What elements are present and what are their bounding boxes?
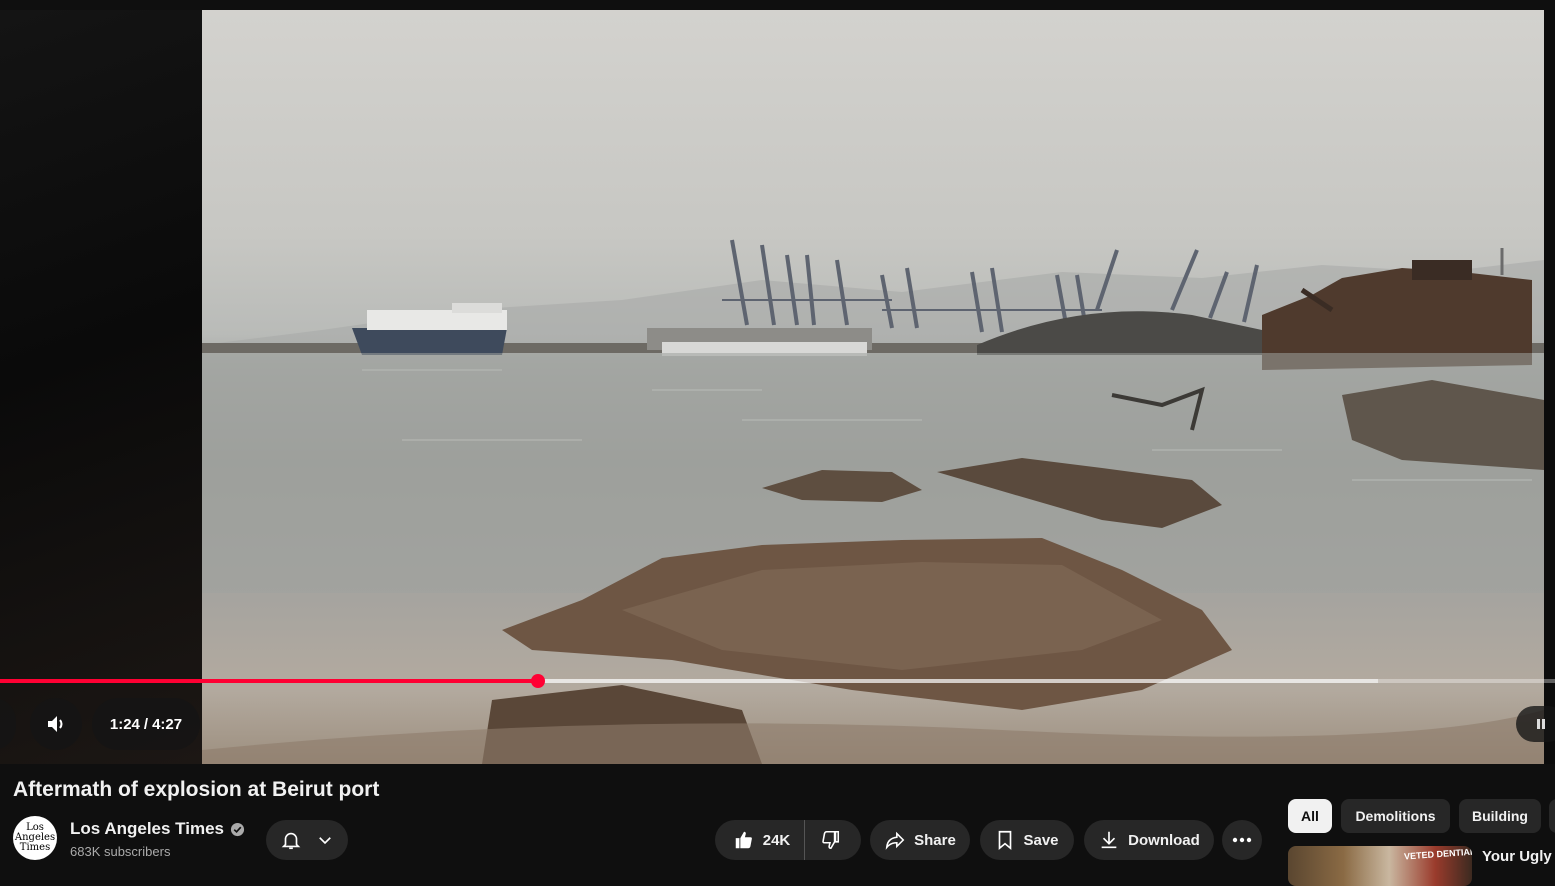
subscriber-count: 683K subscribers bbox=[70, 844, 171, 859]
volume-icon bbox=[48, 716, 63, 732]
bookmark-icon bbox=[999, 830, 1012, 851]
download-icon bbox=[1101, 831, 1117, 849]
share-label: Share bbox=[914, 831, 956, 849]
volume-button[interactable] bbox=[30, 698, 82, 750]
player-top-bar bbox=[0, 0, 1555, 10]
chip-building[interactable]: Building bbox=[1459, 799, 1541, 833]
pause-button[interactable] bbox=[1516, 706, 1555, 742]
time-display: 1:24 / 4:27 bbox=[92, 698, 200, 750]
channel-name-text[interactable]: Los Angeles Times bbox=[70, 819, 224, 839]
recommendation-thumbnail[interactable]: VETED DENTIAL bbox=[1288, 846, 1472, 886]
notifications-button[interactable] bbox=[266, 820, 348, 860]
letterbox-left bbox=[0, 10, 202, 764]
pause-icon bbox=[1537, 719, 1545, 729]
bell-icon bbox=[281, 832, 301, 850]
progress-played bbox=[0, 679, 539, 683]
channel-name[interactable]: Los Angeles Times bbox=[70, 819, 245, 839]
verified-icon bbox=[230, 822, 245, 836]
download-button[interactable]: Download bbox=[1084, 820, 1214, 860]
progress-bar[interactable] bbox=[0, 674, 1555, 688]
thumbs-down-icon bbox=[822, 830, 840, 850]
avatar-text: Los Angeles Times bbox=[14, 822, 56, 853]
chip-all[interactable]: All bbox=[1288, 799, 1332, 833]
dislike-button[interactable] bbox=[805, 820, 855, 860]
letterbox-right bbox=[1544, 10, 1555, 764]
thumbs-up-icon bbox=[735, 831, 752, 849]
like-count: 24K bbox=[762, 831, 791, 849]
save-label: Save bbox=[1023, 831, 1059, 849]
time-separator: / bbox=[143, 715, 149, 733]
current-time: 1:24 bbox=[109, 715, 140, 733]
thumbnail-text: VETED DENTIAL bbox=[1403, 846, 1472, 862]
download-label: Download bbox=[1128, 831, 1200, 849]
share-button[interactable]: Share bbox=[870, 820, 970, 860]
chip-next[interactable] bbox=[1549, 799, 1555, 833]
more-actions-button[interactable] bbox=[1222, 820, 1262, 860]
save-button[interactable]: Save bbox=[980, 820, 1074, 860]
video-frame[interactable] bbox=[202, 10, 1544, 764]
recommendation-title[interactable]: Your Ugly C bbox=[1482, 848, 1555, 865]
more-icon bbox=[1232, 837, 1252, 843]
channel-avatar[interactable]: Los Angeles Times bbox=[13, 816, 57, 860]
like-dislike-group: 24K bbox=[715, 820, 861, 860]
scrubber-handle[interactable] bbox=[531, 674, 546, 688]
video-title: Aftermath of explosion at Beirut port bbox=[13, 778, 380, 801]
video-scene bbox=[202, 239, 1544, 764]
video-player[interactable]: 1:24 / 4:27 bbox=[0, 0, 1555, 764]
chip-demolitions[interactable]: Demolitions bbox=[1341, 799, 1450, 833]
like-button[interactable]: 24K bbox=[721, 820, 806, 860]
duration: 4:27 bbox=[152, 715, 183, 733]
chevron-down-icon bbox=[319, 837, 331, 845]
share-icon bbox=[885, 831, 905, 850]
